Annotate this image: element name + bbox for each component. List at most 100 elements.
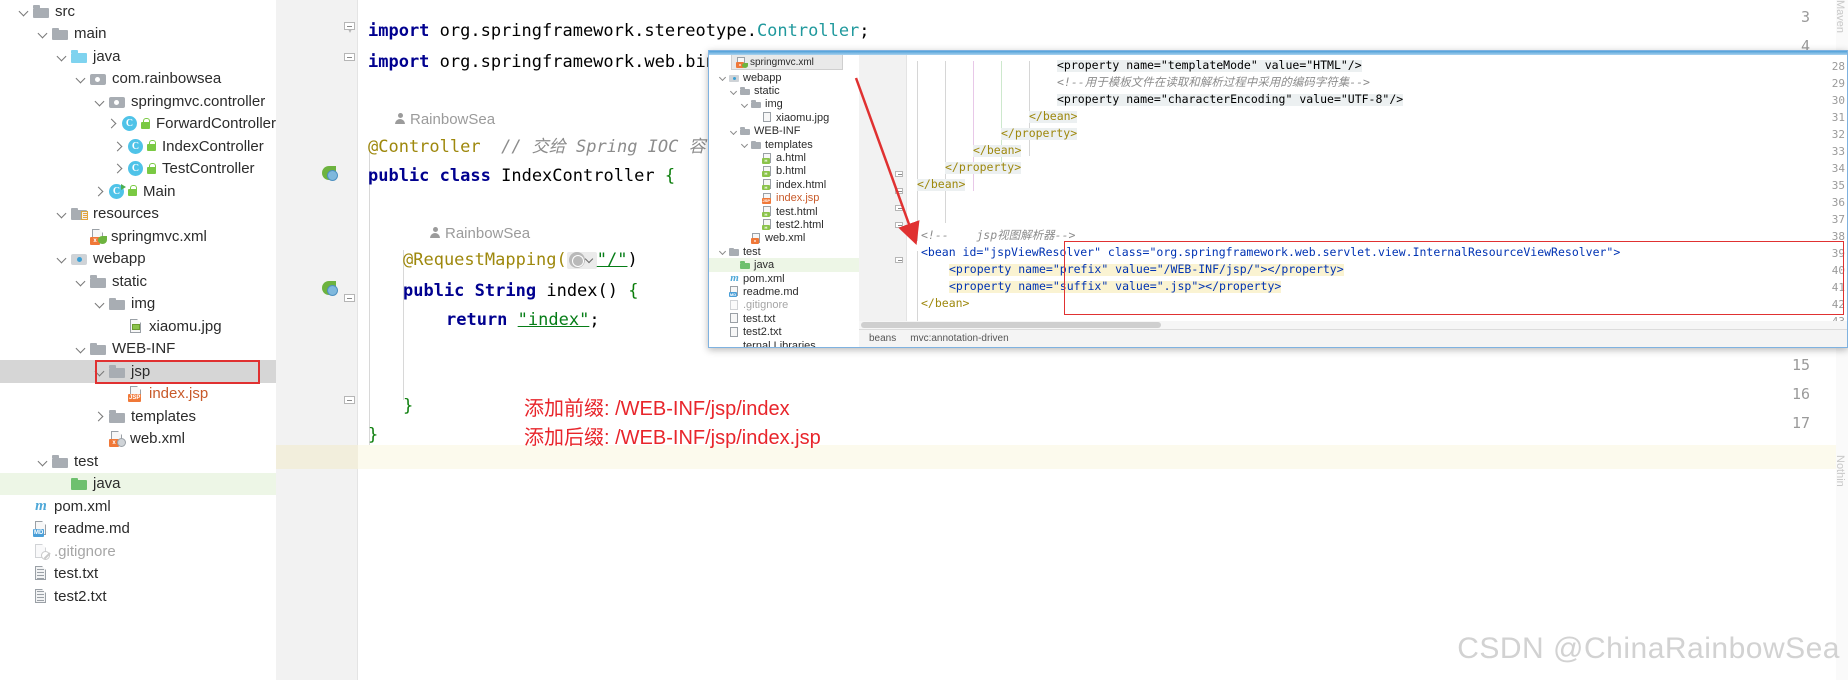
chevron-right-icon[interactable] [94, 410, 107, 423]
tree-item-static[interactable]: static [0, 270, 276, 293]
tree-item-resources[interactable]: resources [0, 203, 276, 226]
chevron-down-icon[interactable] [94, 365, 107, 378]
tree-item-label: Main [143, 182, 176, 200]
breadcrumb-beans[interactable]: beans [869, 333, 896, 344]
chevron-down-icon[interactable] [94, 297, 107, 310]
floating-tree-item-index-jsp[interactable]: JSP index.jsp [709, 192, 859, 205]
floating-tree-item-readme-md[interactable]: MD readme.md [709, 285, 859, 298]
tree-item-main[interactable]: main [0, 23, 276, 46]
floating-tree-item-test[interactable]: test [709, 245, 859, 258]
chevron-right-icon[interactable] [94, 185, 107, 198]
tree-item-springmvc-xml[interactable]: x springmvc.xml [0, 225, 276, 248]
chevron-right-icon[interactable] [113, 162, 126, 175]
tree-item-index-jsp[interactable]: JSP index.jsp [0, 383, 276, 406]
springmvc-xml-tab[interactable]: x springmvc.xml [731, 55, 843, 70]
tree-item-springmvc-controller[interactable]: springmvc.controller [0, 90, 276, 113]
floating-project-tree[interactable]: x springmvc.xml webapp static img xiaomu.jp… [709, 55, 859, 348]
chevron-down-icon[interactable] [94, 95, 107, 108]
floating-tree-item-java[interactable]: java [709, 258, 859, 272]
chevron-down-icon[interactable] [741, 100, 750, 109]
floating-tree-item-xiaomu-jpg[interactable]: xiaomu.jpg [709, 111, 859, 124]
chevron-down-icon[interactable] [741, 140, 750, 149]
chevron-down-icon[interactable] [18, 5, 31, 18]
xml-code-view[interactable]: 2829303132333435363738394041424344 <prop… [859, 55, 1847, 347]
tree-item-test2-txt[interactable]: test2.txt [0, 585, 276, 608]
chevron-down-icon[interactable] [585, 255, 595, 265]
floating-tree-item-pom-xml[interactable]: m pom.xml [709, 272, 859, 285]
floating-tree-item-static[interactable]: static [709, 84, 859, 97]
floating-tree-item-webapp[interactable]: webapp [709, 71, 859, 84]
tree-item-test[interactable]: test [0, 450, 276, 473]
tree-item-webapp[interactable]: webapp [0, 248, 276, 271]
floating-tree-item-index-html[interactable]: Hindex.html [709, 178, 859, 191]
chevron-right-icon[interactable] [107, 117, 120, 130]
floating-tree-item-web-inf[interactable]: WEB-INF [709, 125, 859, 138]
chevron-down-icon[interactable] [37, 455, 50, 468]
chevron-down-icon[interactable] [56, 207, 69, 220]
fold-marker-line11[interactable] [344, 294, 355, 305]
chevron-right-icon[interactable] [113, 140, 126, 153]
tree-item-main[interactable]: C Main [0, 180, 276, 203]
tree-item-pom-xml[interactable]: m pom.xml [0, 495, 276, 518]
fold-marker-line4[interactable] [344, 22, 355, 33]
tree-item--gitignore[interactable]: .gitignore [0, 540, 276, 563]
xml-fold-line33[interactable] [895, 205, 903, 213]
xml-breadcrumb-bar[interactable]: beans mvc:annotation-driven [859, 329, 1847, 347]
floating-tree-item-test2-html[interactable]: Htest2.html [709, 218, 859, 231]
floating-tree-item-ternal-libraries[interactable]: ternal Libraries [709, 339, 859, 348]
breadcrumb-mvc-annotation-driven[interactable]: mvc:annotation-driven [910, 333, 1008, 344]
spring-bean-gutter-icon-line8[interactable] [322, 166, 339, 183]
tree-item-readme-md[interactable]: MD readme.md [0, 518, 276, 541]
chevron-down-icon[interactable] [75, 72, 88, 85]
floating-tree-item--gitignore[interactable]: .gitignore [709, 299, 859, 312]
tree-item-web-inf[interactable]: WEB-INF [0, 338, 276, 361]
xml-line-28: <property name="templateMode" value="HTM… [1057, 58, 1362, 72]
floating-tree-item-web-xml[interactable]: x web.xml [709, 232, 859, 245]
tree-item-src[interactable]: src [0, 0, 276, 23]
tree-item-testcontroller[interactable]: C TestController [0, 158, 276, 181]
chevron-down-icon[interactable] [75, 342, 88, 355]
floating-tree-item-test2-txt[interactable]: test2.txt [709, 325, 859, 338]
fold-marker-line5[interactable] [344, 53, 355, 64]
csdn-watermark: CSDN @ChinaRainbowSea [1457, 632, 1840, 665]
xml-fold-line31[interactable] [895, 171, 903, 179]
tree-item-java[interactable]: java [0, 45, 276, 68]
chevron-down-icon[interactable] [730, 127, 739, 136]
xml-fold-line39[interactable] [895, 257, 903, 265]
chevron-down-icon[interactable] [56, 50, 69, 63]
tree-item-xiaomu-jpg[interactable]: xiaomu.jpg [0, 315, 276, 338]
floating-tree-item-test-html[interactable]: Htest.html [709, 205, 859, 218]
springmvc-xml-floating-window[interactable]: x springmvc.xml webapp static img xiaomu.jp… [708, 50, 1848, 348]
tree-item-forwardcontroller[interactable]: C ForwardController [0, 113, 276, 136]
chevron-down-icon[interactable] [719, 73, 728, 82]
project-tree-panel[interactable]: src main java com.rainbowsea springmvc.contr… [0, 0, 276, 680]
tree-item-java[interactable]: java [0, 472, 276, 495]
spring-bean-gutter-icon-line11[interactable] [322, 281, 339, 298]
chevron-down-icon[interactable] [75, 275, 88, 288]
floating-tree-item-img[interactable]: img [709, 98, 859, 111]
tree-item-indexcontroller[interactable]: C IndexController [0, 135, 276, 158]
chevron-down-icon[interactable] [56, 252, 69, 265]
author-name-2: RainbowSea [445, 225, 531, 242]
fold-marker-line15[interactable] [344, 396, 355, 407]
chevron-down-icon[interactable] [37, 27, 50, 40]
floating-tree-item-b-html[interactable]: Hb.html [709, 165, 859, 178]
editor-gutter[interactable] [276, 0, 358, 680]
floating-tree-item-test-txt[interactable]: test.txt [709, 312, 859, 325]
xml-gutter[interactable] [859, 55, 907, 347]
tree-item-web-xml[interactable]: x web.xml [0, 428, 276, 451]
tree-item-jsp[interactable]: jsp [0, 360, 276, 383]
floating-tree-item-a-html[interactable]: Ha.html [709, 151, 859, 164]
scrollbar-thumb[interactable] [861, 322, 1161, 328]
tree-item-templates[interactable]: templates [0, 405, 276, 428]
xml-fold-line32[interactable] [895, 188, 903, 196]
floating-tree-item-templates[interactable]: templates [709, 138, 859, 151]
tree-item-img[interactable]: img [0, 293, 276, 316]
xml-fold-line34[interactable] [895, 222, 903, 230]
chevron-down-icon[interactable] [719, 247, 728, 256]
url-mapping-chip[interactable] [566, 252, 597, 269]
chevron-down-icon[interactable] [730, 87, 739, 96]
xml-horizontal-scrollbar[interactable] [859, 321, 1847, 329]
tree-item-com-rainbowsea[interactable]: com.rainbowsea [0, 68, 276, 91]
tree-item-test-txt[interactable]: test.txt [0, 563, 276, 586]
